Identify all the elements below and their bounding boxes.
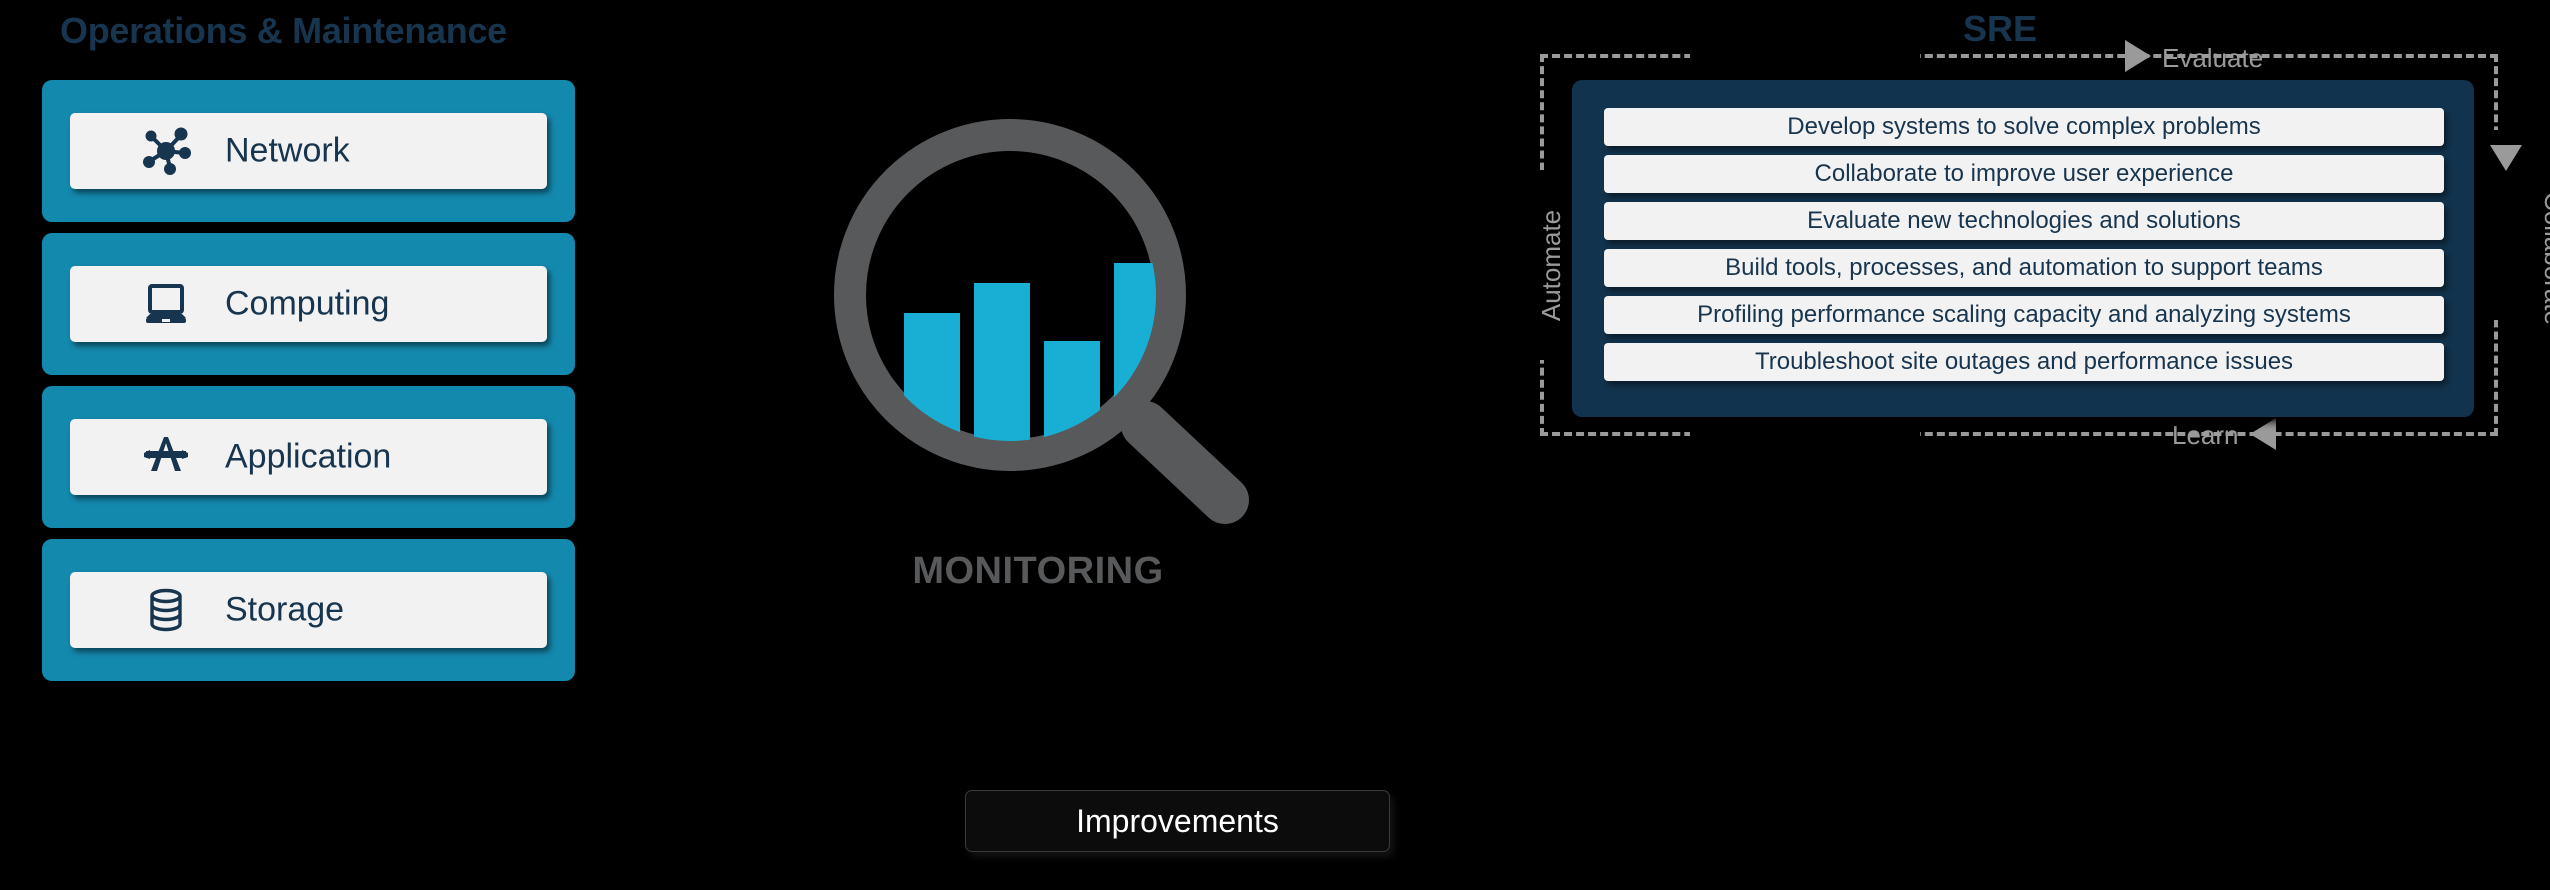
arrow-left-icon: [2250, 418, 2276, 450]
om-card-storage-face[interactable]: Storage: [70, 572, 547, 648]
om-card-network-label: Network: [225, 131, 350, 170]
om-card-application-label: Application: [225, 437, 392, 476]
om-card-computing[interactable]: Computing: [42, 233, 575, 375]
magnifying-glass-bar-chart-icon: [820, 115, 1280, 540]
cycle-label-learn: Learn: [2172, 420, 2239, 450]
app-store-icon: [140, 431, 192, 483]
om-card-application-face[interactable]: Application: [70, 419, 547, 495]
om-card-computing-face[interactable]: Computing: [70, 266, 547, 342]
sre-item[interactable]: Troubleshoot site outages and performanc…: [1604, 343, 2444, 381]
sre-item[interactable]: Profiling performance scaling capacity a…: [1604, 296, 2444, 334]
improvements-label: Improvements: [1076, 802, 1279, 839]
network-nodes-icon: [140, 125, 192, 177]
laptop-icon: [140, 278, 192, 330]
cycle-label-collaborate: Collaborate: [2538, 192, 2550, 325]
monitoring-section: MONITORING: [820, 115, 1340, 615]
om-card-application[interactable]: Application: [42, 386, 575, 528]
om-card-network-face[interactable]: Network: [70, 113, 547, 189]
sre-section: SRE Evaluate Learn Automate Collaborate …: [1500, 0, 2550, 730]
operations-maintenance-section: Operations & Maintenance Network Computi…: [0, 0, 600, 700]
operations-maintenance-title: Operations & Maintenance: [60, 10, 507, 51]
improvements-box[interactable]: Improvements: [965, 790, 1390, 852]
arrow-down-icon: [2490, 145, 2522, 171]
sre-item[interactable]: Evaluate new technologies and solutions: [1604, 202, 2444, 240]
database-cylinder-icon: [140, 584, 192, 636]
om-card-storage-label: Storage: [225, 590, 345, 629]
monitoring-label: MONITORING: [912, 550, 1164, 592]
frame-gap-bottom: [1690, 418, 1920, 440]
frame-gap-top: [1690, 40, 1920, 62]
cycle-label-evaluate: Evaluate: [2162, 43, 2264, 73]
sre-title: SRE: [1962, 8, 2038, 49]
om-card-network[interactable]: Network: [42, 80, 575, 222]
om-card-storage[interactable]: Storage: [42, 539, 575, 681]
sre-responsibilities-panel: Develop systems to solve complex problem…: [1572, 80, 2474, 417]
om-card-computing-label: Computing: [225, 284, 390, 323]
sre-item[interactable]: Build tools, processes, and automation t…: [1604, 249, 2444, 287]
arrow-right-icon: [2125, 40, 2151, 72]
cycle-label-automate: Automate: [1536, 209, 1567, 322]
sre-item[interactable]: Collaborate to improve user experience: [1604, 155, 2444, 193]
sre-item[interactable]: Develop systems to solve complex problem…: [1604, 108, 2444, 146]
